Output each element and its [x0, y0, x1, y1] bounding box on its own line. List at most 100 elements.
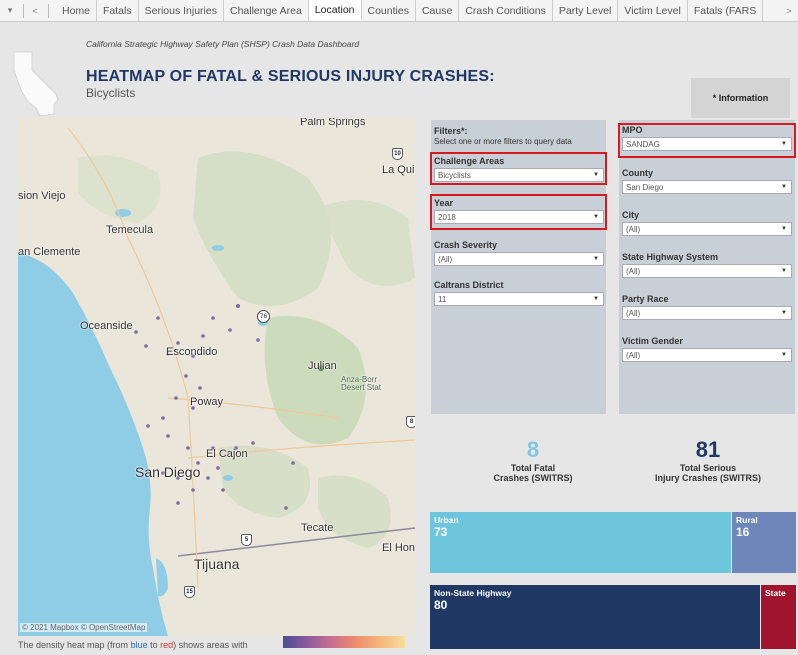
chevron-down-icon: ▼	[781, 310, 787, 316]
heat-color-legend	[283, 636, 405, 648]
kpi-serious-label-1: Total Serious	[679, 463, 737, 473]
heatmap-caption: The density heat map (from blue to red) …	[18, 640, 248, 650]
tab-back-icon[interactable]: <	[28, 3, 42, 19]
treemap-urban[interactable]: Urban 73	[430, 512, 731, 573]
rural-value: 16	[736, 525, 750, 539]
chevron-down-icon: ▼	[781, 352, 787, 358]
map-label-el-hongo: El Hon	[382, 542, 415, 554]
caption-before: The density heat map (from	[18, 640, 131, 650]
state-highway-system-label: State Highway System	[622, 252, 719, 262]
page-title: HEATMAP OF FATAL & SERIOUS INJURY CRASHE…	[86, 68, 495, 85]
tab-challenge-area[interactable]: Challenge Area	[224, 0, 309, 21]
map-label-escondido: Escondido	[166, 346, 218, 358]
caption-mid: to	[147, 640, 161, 650]
tab-crash-conditions[interactable]: Crash Conditions	[459, 0, 553, 21]
tab-party-level[interactable]: Party Level	[553, 0, 619, 21]
county-value: San Diego	[626, 182, 664, 192]
map-label-oceanside: Oceanside	[80, 320, 133, 332]
route-76-shield-icon: 76	[257, 310, 270, 323]
mpo-highlight	[618, 123, 796, 158]
map-label-poway: Poway	[190, 396, 224, 408]
victim-gender-select[interactable]: (All) ▼	[622, 348, 792, 362]
map-label-anza-borrego: Anza-Borr Desert Stat	[341, 375, 382, 393]
map-label-mission-viejo: sion Viejo	[18, 190, 66, 202]
california-logo-icon	[13, 51, 59, 117]
chevron-down-icon: ▼	[593, 256, 599, 262]
kpi-total-serious: 81 Total Serious Injury Crashes (SWITRS)	[630, 437, 786, 484]
victim-gender-value: (All)	[626, 350, 641, 360]
victim-gender-filter: Victim Gender (All) ▼	[622, 336, 792, 362]
dashboard-header: California Strategic Highway Safety Plan…	[0, 22, 798, 118]
county-label: County	[622, 168, 653, 178]
tab-fatals-fars[interactable]: Fatals (FARS	[688, 0, 764, 21]
map-label-tecate: Tecate	[301, 522, 334, 534]
tab-fatals[interactable]: Fatals	[97, 0, 139, 21]
city-select[interactable]: (All) ▼	[622, 222, 792, 236]
tab-nav-separator	[23, 3, 24, 18]
filters-heading: Filters*:	[434, 126, 468, 136]
city-label: City	[622, 210, 640, 220]
tab-menu-dropdown-icon[interactable]: ▾	[3, 3, 17, 19]
caltrans-district-filter: Caltrans District 11 ▼	[434, 280, 604, 306]
state-highway-system-select[interactable]: (All) ▼	[622, 264, 792, 278]
party-race-label: Party Race	[622, 294, 669, 304]
map-label-julian: Julian	[308, 360, 337, 372]
interstate-5-shield-icon: 5	[241, 534, 252, 546]
crash-severity-filter: Crash Severity (All) ▼	[434, 240, 604, 266]
map-label-temecula: Temecula	[106, 224, 154, 236]
treemap-rural[interactable]: Rural 16	[732, 512, 796, 573]
filters-note: Select one or more filters to query data	[434, 137, 572, 146]
map-label-palm-springs: Palm Springs	[300, 118, 366, 128]
treemap-non-state-highway[interactable]: Non-State Highway 80	[430, 585, 760, 649]
kpi-fatal-label-2: Crashes (SWITRS)	[493, 473, 573, 484]
kpi-total-fatal: 8 Total Fatal Crashes (SWITRS)	[468, 437, 598, 484]
non-state-highway-value: 80	[434, 598, 448, 612]
chevron-down-icon: ▼	[781, 226, 787, 232]
chevron-down-icon: ▼	[781, 184, 787, 190]
caption-after: ) shows areas with	[173, 640, 248, 650]
heatmap-map[interactable]: Palm Springs 10 La Quir sion Viejo Temec…	[18, 118, 415, 636]
map-copyright[interactable]: © 2021 Mapbox © OpenStreetMap	[20, 623, 148, 632]
tab-victim-level[interactable]: Victim Level	[618, 0, 688, 21]
interstate-15-shield-icon: 15	[184, 586, 195, 598]
information-button[interactable]: * Information	[691, 78, 790, 118]
urban-value: 73	[434, 525, 448, 539]
map-label-la-quinta: La Quir	[382, 164, 415, 176]
non-state-highway-label: Non-State Highway	[434, 588, 512, 598]
caltrans-district-select[interactable]: 11 ▼	[434, 292, 604, 306]
challenge-areas-highlight	[430, 152, 607, 185]
state-highway-system-filter: State Highway System (All) ▼	[622, 252, 792, 278]
map-label-san-diego: San Diego	[135, 464, 201, 480]
city-value: (All)	[626, 224, 641, 234]
state-highway-system-value: (All)	[626, 266, 641, 276]
tab-location[interactable]: Location	[308, 0, 362, 21]
state-highway-label: State	[765, 588, 786, 598]
rural-label: Rural	[736, 515, 758, 525]
tab-home[interactable]: Home	[56, 0, 98, 21]
filters-header: Filters*: Select one or more filters to …	[434, 126, 572, 146]
crash-severity-value: (All)	[438, 254, 453, 264]
map-label-tijuana: Tijuana	[194, 556, 240, 572]
interstate-8-shield-icon: 8	[406, 416, 415, 428]
county-select[interactable]: San Diego ▼	[622, 180, 792, 194]
tab-nav-separator	[48, 3, 49, 18]
tab-serious-injuries[interactable]: Serious Injuries	[139, 0, 224, 21]
crash-severity-label: Crash Severity	[434, 240, 498, 250]
kpi-serious-label-2: Injury Crashes (SWITRS)	[654, 473, 762, 484]
crash-severity-select[interactable]: (All) ▼	[434, 252, 604, 266]
tab-counties[interactable]: Counties	[362, 0, 416, 21]
page-subtitle: Bicyclists	[86, 86, 136, 100]
caltrans-district-label: Caltrans District	[434, 280, 504, 290]
map-label-el-cajon: El Cajon	[206, 448, 248, 460]
tab-forward-icon[interactable]: >	[782, 3, 796, 19]
party-race-select[interactable]: (All) ▼	[622, 306, 792, 320]
tab-cause[interactable]: Cause	[416, 0, 460, 21]
tab-list: Home Fatals Serious Injuries Challenge Area…	[56, 0, 764, 21]
interstate-10-shield-icon: 10	[392, 148, 403, 160]
treemap-state-highway[interactable]: State	[761, 585, 796, 649]
party-race-value: (All)	[626, 308, 641, 318]
caption-blue: blue	[130, 640, 148, 650]
urban-label: Urban	[434, 515, 459, 525]
county-filter: County San Diego ▼	[622, 168, 792, 194]
kpi-serious-value: 81	[695, 437, 721, 462]
